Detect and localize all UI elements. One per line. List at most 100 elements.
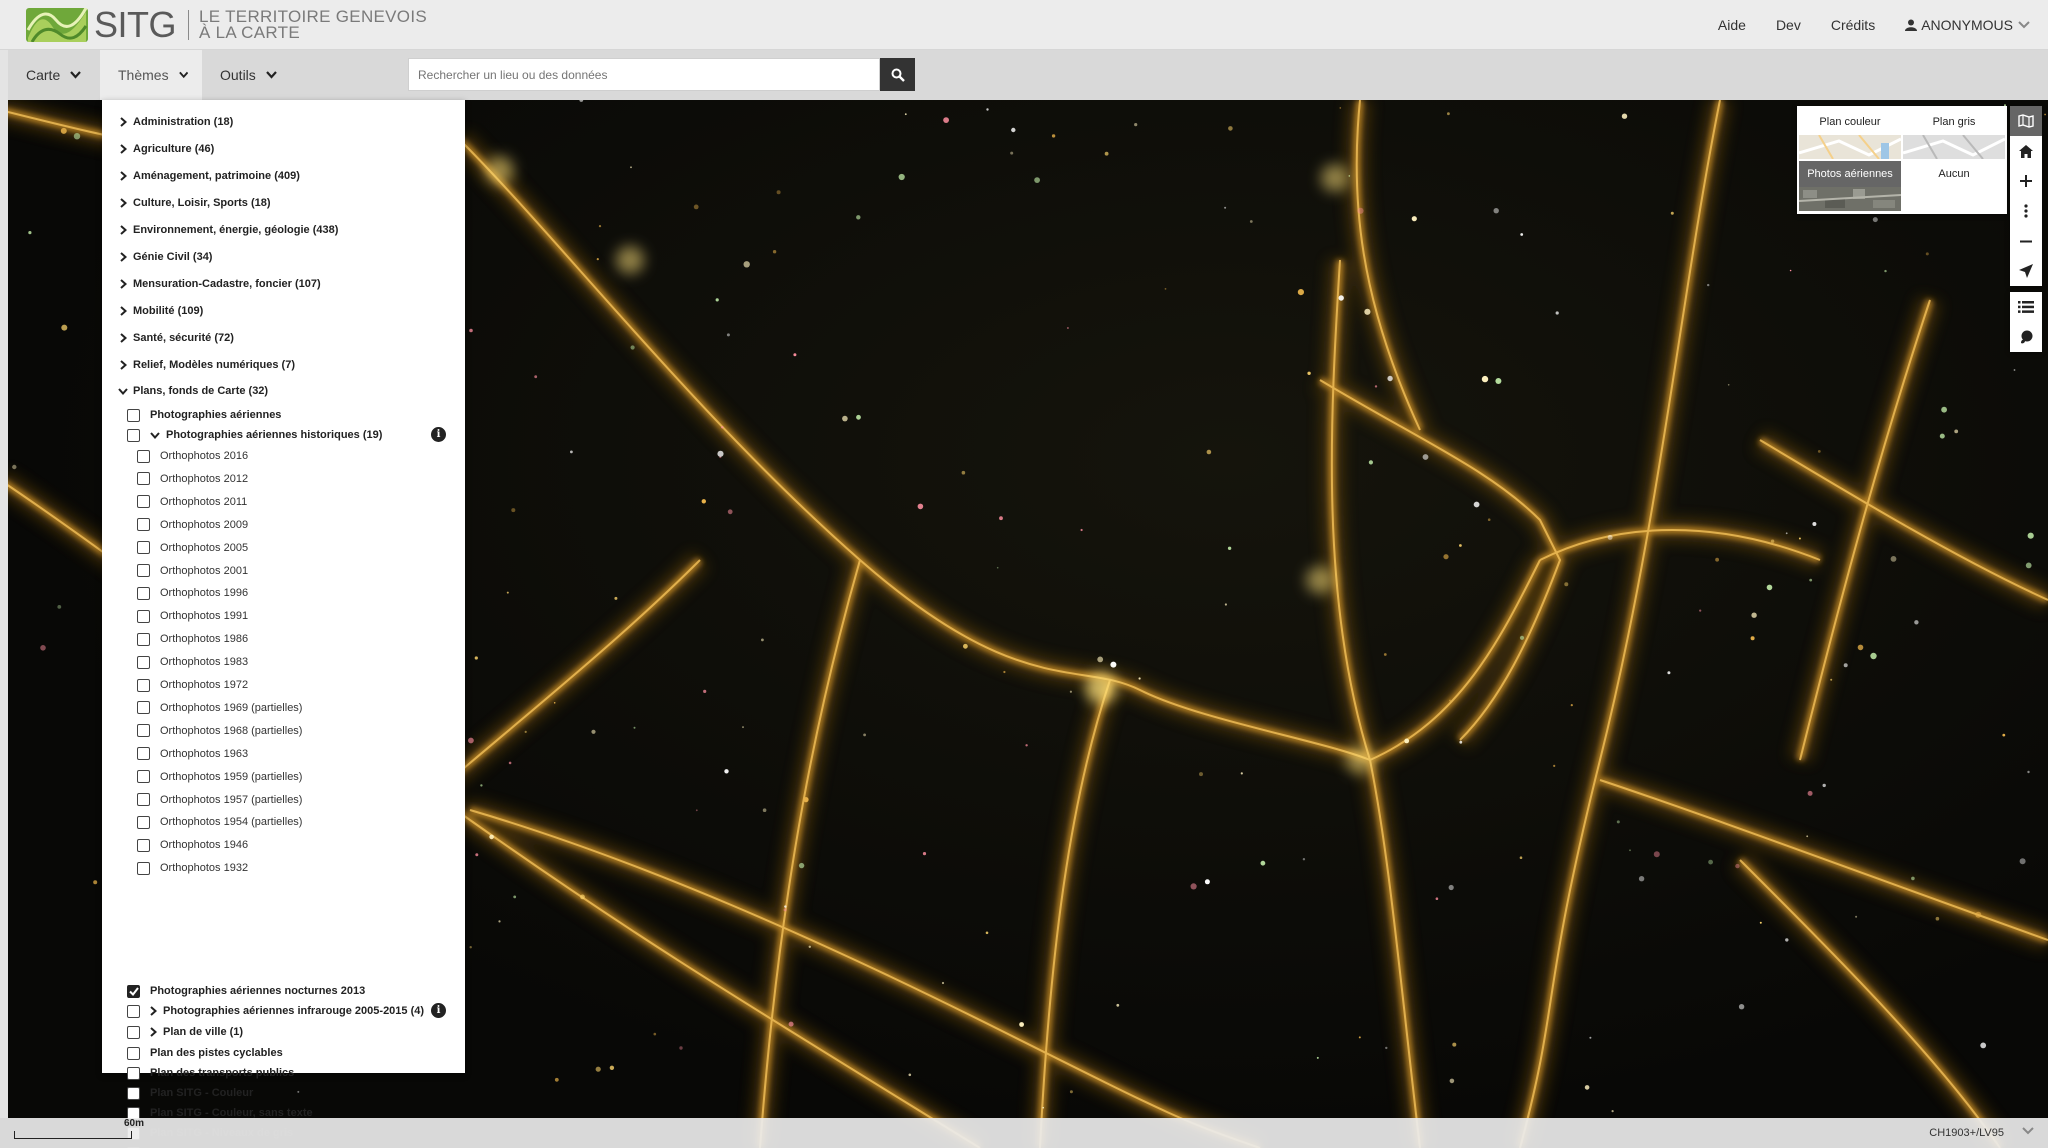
layer-checkbox[interactable] <box>137 724 150 738</box>
group-checkbox[interactable] <box>127 428 140 442</box>
sitg-logo[interactable]: SITG LE TERRITOIRE GENEVOIS À LA CARTE <box>26 6 427 44</box>
layer-item[interactable]: Plan SITG - Couleur <box>127 1083 253 1103</box>
map-light <box>570 450 573 454</box>
layer-list-button[interactable] <box>2010 292 2042 322</box>
layer-checkbox[interactable] <box>137 655 150 669</box>
layer-photos-aeriennes[interactable]: Photographies aériennes <box>127 405 281 425</box>
layer-item[interactable]: Plan des transports publics <box>127 1063 294 1083</box>
orthophoto-layer[interactable]: Orthophotos 2009 <box>137 515 248 535</box>
layer-checkbox[interactable] <box>127 408 140 422</box>
orthophoto-layer[interactable]: Orthophotos 2016 <box>137 446 248 466</box>
orthophoto-layer[interactable]: Orthophotos 1957 (partielles) <box>137 790 302 810</box>
layer-checkbox[interactable] <box>137 564 150 577</box>
layer-checkbox[interactable] <box>137 701 150 715</box>
chevron-down-icon[interactable] <box>2022 1127 2034 1135</box>
zoom-in-button[interactable] <box>2010 166 2042 196</box>
crs-selector[interactable]: CH1903+/LV95 <box>1929 1127 2004 1139</box>
basemap-plan-gris[interactable]: Plan gris <box>1903 109 2005 160</box>
info-icon[interactable]: i <box>431 427 446 442</box>
category-item[interactable]: Agriculture (46) <box>118 139 214 159</box>
orthophoto-layer[interactable]: Orthophotos 1972 <box>137 675 248 695</box>
category-item[interactable]: Génie Civil (34) <box>118 247 212 267</box>
basemap-toggle-button[interactable] <box>2010 106 2042 136</box>
home-button[interactable] <box>2010 136 2042 166</box>
orthophoto-layer[interactable]: Orthophotos 1996 <box>137 583 248 603</box>
map-light <box>1708 859 1713 865</box>
map-light <box>1798 537 1801 540</box>
layer-item[interactable]: Plan des pistes cyclables <box>127 1043 283 1063</box>
basemap-aucun[interactable]: Aucun <box>1903 161 2005 212</box>
orthophoto-layer[interactable]: Orthophotos 1991 <box>137 606 248 626</box>
layer-checkbox-checked[interactable] <box>127 984 140 998</box>
layer-checkbox[interactable] <box>137 747 150 761</box>
category-item[interactable]: Aménagement, patrimoine (409) <box>118 166 300 186</box>
menu-themes[interactable]: Thèmes <box>100 50 202 100</box>
layer-label: Orthophotos 2005 <box>160 541 249 554</box>
link-credits[interactable]: Crédits <box>1831 17 1875 33</box>
search-button[interactable] <box>880 58 915 91</box>
group-plan-de-ville[interactable]: Plan de ville (1) <box>127 1022 243 1042</box>
orthophoto-layer[interactable]: Orthophotos 2012 <box>137 469 248 489</box>
map-light <box>783 908 787 912</box>
category-item[interactable]: Relief, Modèles numériques (7) <box>118 355 295 375</box>
layer-checkbox[interactable] <box>137 518 150 532</box>
basemap-photos-aeriennes[interactable]: Photos aériennes <box>1799 161 1901 212</box>
layer-checkbox[interactable] <box>137 678 150 692</box>
layer-checkbox[interactable] <box>137 609 150 623</box>
group-label: Photographies aériennes infrarouge 2005-… <box>163 1005 425 1017</box>
layer-checkbox[interactable] <box>137 495 150 509</box>
layer-checkbox[interactable] <box>137 541 150 555</box>
layer-checkbox[interactable] <box>137 793 150 806</box>
category-item[interactable]: Mensuration-Cadastre, foncier (107) <box>118 274 321 294</box>
group-photos-historiques[interactable]: Photographies aériennes historiques (19) <box>127 425 465 445</box>
basemap-switcher: Plan couleur Plan gris Photos aériennes … <box>1797 106 2007 214</box>
category-plans-fonds-de-carte[interactable]: Plans, fonds de Carte (32) <box>118 381 268 401</box>
chevron-right-icon <box>119 279 127 289</box>
layer-checkbox[interactable] <box>127 1046 140 1060</box>
layer-checkbox[interactable] <box>137 770 150 784</box>
user-menu[interactable]: ANONYMOUS <box>1905 17 2034 33</box>
layer-checkbox[interactable] <box>137 838 150 852</box>
geolocate-button[interactable] <box>2010 256 2042 286</box>
search-input[interactable] <box>408 58 880 91</box>
basemap-plan-couleur[interactable]: Plan couleur <box>1799 109 1901 160</box>
orthophoto-layer[interactable]: Orthophotos 1954 (partielles) <box>137 812 302 832</box>
group-photos-infrarouge[interactable]: Photographies aériennes infrarouge 2005-… <box>127 1001 424 1021</box>
orthophoto-layer[interactable]: Orthophotos 1959 (partielles) <box>137 767 302 787</box>
layer-photos-nocturnes-2013[interactable]: Photographies aériennes nocturnes 2013 <box>127 981 365 1001</box>
group-checkbox[interactable] <box>127 1025 140 1039</box>
category-item[interactable]: Mobilité (109) <box>118 301 203 321</box>
orthophoto-layer[interactable]: Orthophotos 1963 <box>137 744 248 764</box>
layer-checkbox[interactable] <box>127 1086 140 1100</box>
orthophoto-layer[interactable]: Orthophotos 1969 (partielles) <box>137 698 302 718</box>
category-item[interactable]: Santé, sécurité (72) <box>118 328 234 348</box>
info-icon[interactable]: i <box>431 1003 446 1018</box>
legend-button[interactable] <box>2010 322 2042 352</box>
orthophoto-layer[interactable]: Orthophotos 1986 <box>137 629 248 649</box>
layer-checkbox[interactable] <box>137 449 150 463</box>
orthophoto-layer[interactable]: Orthophotos 1968 (partielles) <box>137 721 302 741</box>
layer-checkbox[interactable] <box>127 1066 140 1080</box>
orthophoto-layer[interactable]: Orthophotos 2001 <box>137 561 248 581</box>
menu-carte[interactable]: Carte <box>8 50 100 100</box>
layer-checkbox[interactable] <box>137 815 150 829</box>
layer-checkbox[interactable] <box>137 586 150 600</box>
layer-checkbox[interactable] <box>137 632 150 646</box>
orthophoto-layer[interactable]: Orthophotos 2005 <box>137 538 248 558</box>
orthophoto-layer[interactable]: Orthophotos 1983 <box>137 652 248 672</box>
zoom-slider-button[interactable] <box>2010 196 2042 226</box>
orthophoto-layer[interactable]: Orthophotos 1946 <box>137 835 248 855</box>
category-item[interactable]: Environnement, énergie, géologie (438) <box>118 220 338 240</box>
category-item[interactable]: Culture, Loisir, Sports (18) <box>118 193 271 213</box>
link-aide[interactable]: Aide <box>1718 17 1746 33</box>
category-item[interactable]: Administration (18) <box>118 112 233 132</box>
orthophoto-layer[interactable]: Orthophotos 1932 <box>137 858 248 878</box>
map-road <box>469 806 1262 1148</box>
group-checkbox[interactable] <box>127 1004 140 1018</box>
layer-checkbox[interactable] <box>137 472 150 486</box>
layer-checkbox[interactable] <box>137 861 150 875</box>
menu-outils[interactable]: Outils <box>202 50 294 100</box>
orthophoto-layer[interactable]: Orthophotos 2011 <box>137 492 247 512</box>
link-dev[interactable]: Dev <box>1776 17 1801 33</box>
zoom-out-button[interactable] <box>2010 226 2042 256</box>
